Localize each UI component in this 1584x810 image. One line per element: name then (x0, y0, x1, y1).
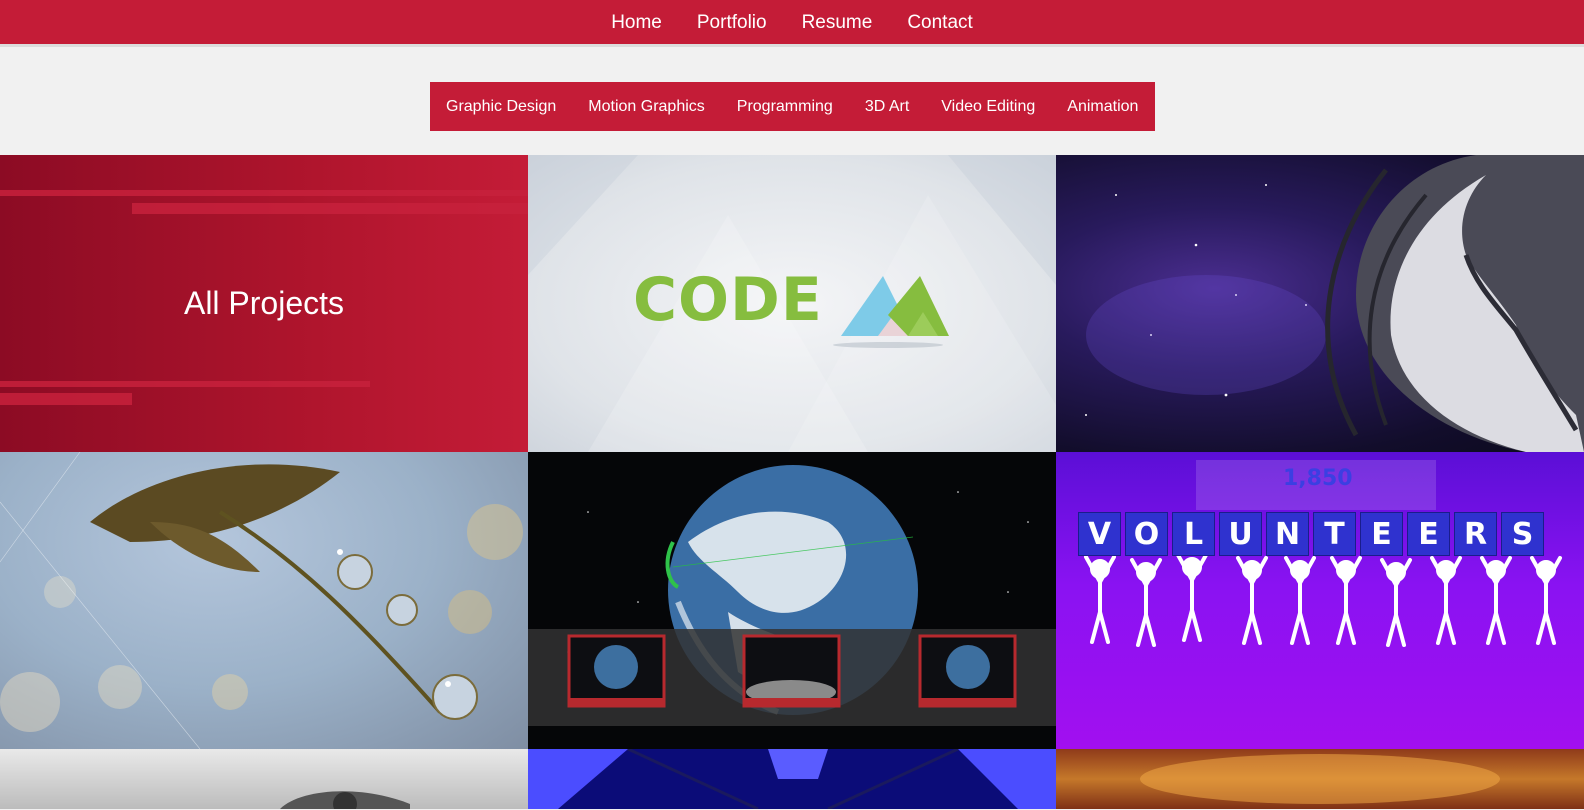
leaf-image (0, 452, 523, 749)
category-programming[interactable]: Programming (721, 82, 849, 131)
all-projects-label: All Projects (183, 285, 345, 321)
sign-letter: U (1219, 512, 1262, 556)
category-motion-graphics[interactable]: Motion Graphics (572, 82, 721, 131)
sign-letter: E (1407, 512, 1450, 556)
all-projects-tile[interactable]: All Projects (0, 155, 528, 452)
leaf-waterdrop-project-tile[interactable] (0, 452, 528, 749)
category-video-editing[interactable]: Video Editing (925, 82, 1051, 131)
earth-scenarios-project-tile[interactable] (528, 452, 1056, 749)
camera-project-tile[interactable] (0, 749, 528, 809)
category-filter: Graphic Design Motion Graphics Programmi… (430, 82, 1155, 131)
nav-resume[interactable]: Resume (784, 0, 890, 46)
code-project-tile[interactable]: CODE (528, 155, 1056, 452)
space-globe-project-tile[interactable] (1056, 155, 1584, 452)
blue-room-image (528, 749, 1056, 809)
triangle-logo-icon (833, 276, 949, 348)
sign-letter: V (1078, 512, 1121, 556)
camera-image (280, 791, 410, 809)
sign-letter: R (1454, 512, 1497, 556)
earth-scenarios-image (528, 465, 1056, 726)
sign-letter: T (1313, 512, 1356, 556)
category-animation[interactable]: Animation (1051, 82, 1154, 131)
nav-home[interactable]: Home (594, 0, 680, 46)
space-globe-image (1085, 155, 1584, 452)
sign-letter: S (1501, 512, 1544, 556)
orange-room-image (1140, 754, 1500, 804)
category-3d-art[interactable]: 3D Art (849, 82, 925, 131)
volunteers-sign: V O L U N T E E R S (1078, 512, 1544, 556)
nav-portfolio[interactable]: Portfolio (679, 0, 784, 46)
sign-letter: L (1172, 512, 1215, 556)
volunteer-count: 1,850 (1283, 466, 1353, 491)
main-nav: Home Portfolio Resume Contact (0, 0, 1584, 47)
sign-letter: E (1360, 512, 1403, 556)
blue-room-project-tile[interactable] (528, 749, 1056, 809)
sign-letter: N (1266, 512, 1309, 556)
sign-letter: O (1125, 512, 1168, 556)
nav-contact[interactable]: Contact (890, 0, 990, 46)
volunteers-crowd-image (1084, 460, 1562, 647)
category-graphic-design[interactable]: Graphic Design (430, 82, 572, 131)
orange-room-project-tile[interactable] (1056, 749, 1584, 809)
volunteers-project-tile[interactable]: 1,850 V O L U N T E E R S (1056, 452, 1584, 749)
